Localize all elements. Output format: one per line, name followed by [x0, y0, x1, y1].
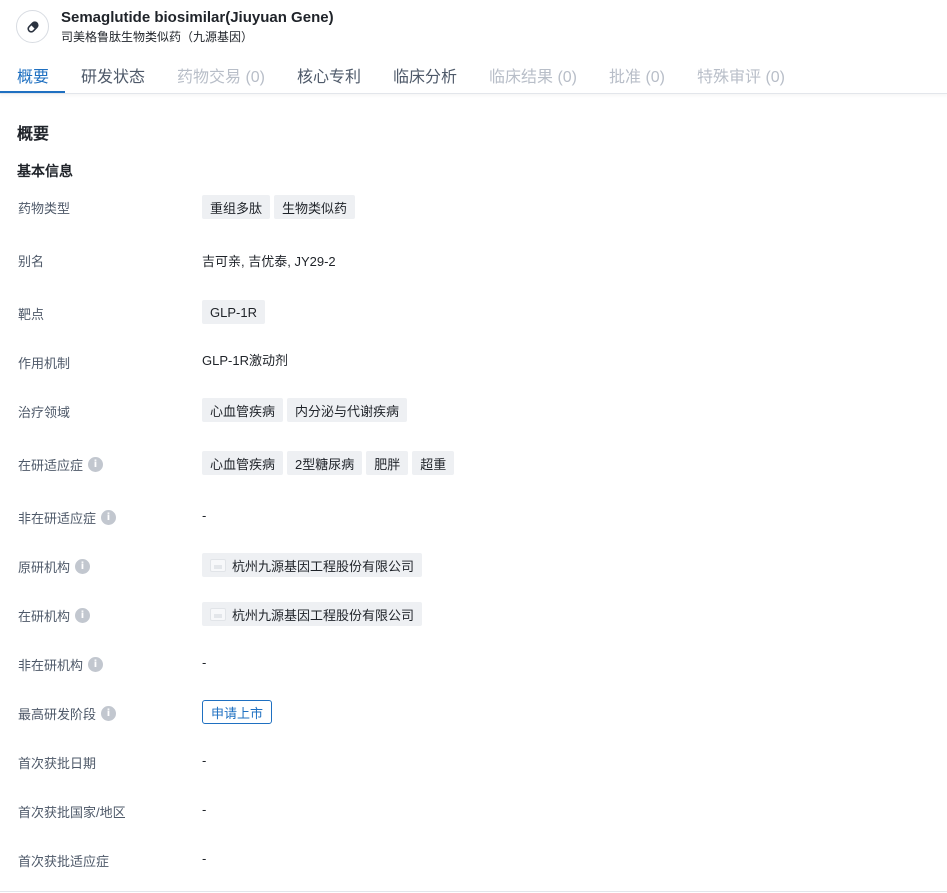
target-label: 靶点 [18, 307, 45, 322]
drug-type-value: 重组多肽 生物类似药 [202, 195, 359, 219]
originator-value: 杭州九源基因工程股份有限公司 [202, 553, 426, 577]
tab-approvals: 批准 (0) [609, 69, 666, 86]
tab-overview[interactable]: 概要 [17, 63, 49, 87]
mechanism-value: GLP-1R激动剂 [202, 353, 288, 368]
tab-drug-deals: 药物交易 (0) [177, 69, 266, 86]
indication-tag[interactable]: 肥胖 [366, 451, 409, 475]
drug-title-cn: 司美格鲁肽生物类似药（九源基因） [61, 30, 254, 44]
highest-phase-label: 最高研发阶段 i [18, 704, 117, 723]
indication-tag[interactable]: 超重 [412, 451, 455, 475]
active-indication-label: 在研适应症 i [18, 455, 104, 474]
divider [0, 891, 947, 892]
tab-core-patents[interactable]: 核心专利 [297, 63, 361, 87]
therapeutic-area-label: 治疗领域 [18, 405, 71, 420]
tab-clinical-results: 临床结果 (0) [489, 69, 578, 86]
inactive-org-value: - [202, 655, 207, 670]
drug-type-tag: 重组多肽 [202, 195, 271, 219]
therapeutic-area-value: 心血管疾病 内分泌与代谢疾病 [202, 398, 411, 422]
organization-tag[interactable]: 杭州九源基因工程股份有限公司 [202, 553, 423, 577]
inactive-indication-label: 非在研适应症 i [18, 508, 117, 527]
target-value: GLP-1R [202, 300, 269, 324]
highest-phase-value: 申请上市 [202, 700, 273, 724]
originator-label: 原研机构 i [18, 557, 91, 576]
basic-info-title: 基本信息 [17, 163, 73, 179]
active-org-value: 杭州九源基因工程股份有限公司 [202, 602, 426, 626]
info-icon[interactable]: i [75, 559, 91, 574]
info-icon[interactable]: i [75, 608, 91, 623]
drug-header: Semaglutide biosimilar(Jiuyuan Gene) 司美格… [0, 0, 947, 48]
info-icon[interactable]: i [88, 657, 104, 672]
info-icon[interactable]: i [88, 457, 104, 472]
first-approval-indication-label: 首次获批适应症 [18, 854, 110, 869]
active-org-label: 在研机构 i [18, 606, 91, 625]
organization-logo-icon [210, 607, 226, 621]
indication-tag[interactable]: 2型糖尿病 [287, 451, 363, 475]
target-tag[interactable]: GLP-1R [202, 300, 265, 324]
alias-value: 吉可亲, 吉优泰, JY29-2 [202, 254, 336, 269]
organization-tag[interactable]: 杭州九源基因工程股份有限公司 [202, 602, 423, 626]
info-icon[interactable]: i [101, 706, 117, 721]
tab-clinical-analysis[interactable]: 临床分析 [393, 63, 457, 87]
organization-logo-icon [210, 558, 226, 572]
first-approval-date-label: 首次获批日期 [18, 756, 97, 771]
tab-rd-status[interactable]: 研发状态 [81, 63, 145, 87]
stage-badge: 申请上市 [202, 700, 273, 724]
active-indication-value: 心血管疾病 2型糖尿病 肥胖 超重 [202, 451, 458, 475]
first-approval-country-label: 首次获批国家/地区 [18, 805, 126, 820]
therapeutic-area-tag[interactable]: 心血管疾病 [202, 398, 284, 422]
first-approval-indication-value: - [202, 851, 207, 866]
inactive-org-label: 非在研机构 i [18, 655, 104, 674]
drug-title-en: Semaglutide biosimilar(Jiuyuan Gene) [61, 9, 334, 26]
first-approval-country-value: - [202, 802, 207, 817]
tab-bar: 概要 研发状态 药物交易 (0) 核心专利 临床分析 临床结果 (0) 批准 (… [0, 54, 947, 94]
drug-type-tag: 生物类似药 [274, 195, 356, 219]
mechanism-label: 作用机制 [18, 356, 71, 371]
section-title: 概要 [17, 126, 50, 143]
first-approval-date-value: - [202, 753, 207, 768]
tab-special-review: 特殊审评 (0) [697, 69, 786, 86]
info-icon[interactable]: i [101, 510, 117, 525]
alias-label: 别名 [18, 254, 45, 269]
drug-type-label: 药物类型 [18, 201, 71, 216]
pill-icon [16, 10, 49, 43]
active-tab-indicator [0, 91, 65, 93]
indication-tag[interactable]: 心血管疾病 [202, 451, 284, 475]
inactive-indication-value: - [202, 508, 207, 523]
therapeutic-area-tag[interactable]: 内分泌与代谢疾病 [287, 398, 408, 422]
